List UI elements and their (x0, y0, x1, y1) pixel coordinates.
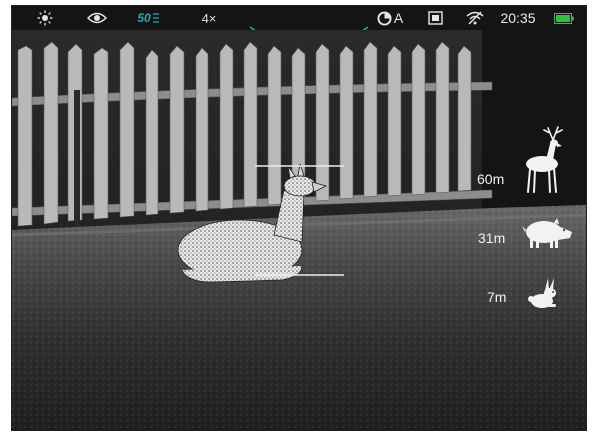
rangefinder-distance: 7m (487, 289, 507, 305)
deer-icon[interactable] (520, 124, 570, 196)
calibration-mode[interactable]: A (372, 6, 408, 30)
brightness-icon[interactable] (34, 6, 56, 30)
thermal-viewfinder: 50 4× A 20:35 60m 31m 7m (11, 5, 587, 431)
refresh-rate-value: 50 (137, 11, 151, 25)
eye-icon[interactable] (84, 6, 110, 30)
refresh-rate-indicator[interactable]: 50 (132, 6, 166, 30)
rangefinder-distance: 60m (477, 171, 505, 187)
refresh-rate-icon (152, 13, 159, 23)
boar-icon[interactable] (520, 216, 574, 250)
calibration-icon (377, 10, 392, 26)
rangefinder-distance: 31m (478, 230, 506, 246)
wifi-off-icon[interactable] (464, 6, 486, 30)
battery-icon (552, 6, 576, 30)
rabbit-icon[interactable] (528, 276, 562, 310)
calibration-mode-label: A (393, 10, 404, 26)
clock-time: 20:35 (500, 10, 536, 26)
video-record-icon[interactable] (424, 6, 446, 30)
zoom-level[interactable]: 4× (194, 6, 224, 30)
